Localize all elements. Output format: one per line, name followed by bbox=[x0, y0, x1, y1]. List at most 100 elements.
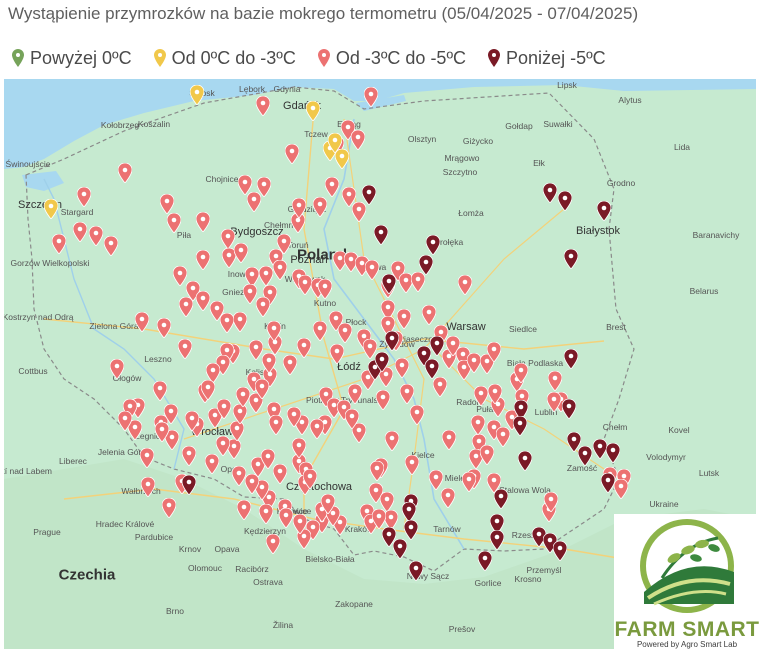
map-pin-icon[interactable] bbox=[216, 436, 230, 456]
map-pin-icon[interactable] bbox=[297, 338, 311, 358]
map-pin-icon[interactable] bbox=[273, 464, 287, 484]
map-pin-icon[interactable] bbox=[442, 430, 456, 450]
map-pin-icon[interactable] bbox=[279, 508, 293, 528]
map-pin-icon[interactable] bbox=[547, 392, 561, 412]
map-pin-icon[interactable] bbox=[173, 266, 187, 286]
map-pin-icon[interactable] bbox=[140, 448, 154, 468]
map-pin-icon[interactable] bbox=[287, 407, 301, 427]
map-pin-icon[interactable] bbox=[221, 229, 235, 249]
map-pin-icon[interactable] bbox=[190, 85, 204, 105]
map-pin-icon[interactable] bbox=[220, 313, 234, 333]
map-pin-icon[interactable] bbox=[141, 477, 155, 497]
map-pin-icon[interactable] bbox=[458, 275, 472, 295]
map-pin-icon[interactable] bbox=[597, 201, 611, 221]
legend-item-minus3-to-minus5[interactable]: Od -3ºC do -5ºC bbox=[317, 48, 466, 69]
map-pin-icon[interactable] bbox=[261, 449, 275, 469]
map-pin-icon[interactable] bbox=[365, 260, 379, 280]
map-pin-icon[interactable] bbox=[160, 194, 174, 214]
map-pin-icon[interactable] bbox=[422, 305, 436, 325]
map-pin-icon[interactable] bbox=[292, 198, 306, 218]
map-pin-icon[interactable] bbox=[385, 331, 399, 351]
map-pin-icon[interactable] bbox=[182, 475, 196, 495]
map-pin-icon[interactable] bbox=[153, 381, 167, 401]
map-pin-icon[interactable] bbox=[155, 422, 169, 442]
map-pin-icon[interactable] bbox=[338, 323, 352, 343]
map-pin-icon[interactable] bbox=[393, 539, 407, 559]
map-pin-icon[interactable] bbox=[614, 479, 628, 499]
map-pin-icon[interactable] bbox=[217, 399, 231, 419]
legend-item-below-minus5[interactable]: Poniżej -5ºC bbox=[488, 48, 606, 69]
map-pin-icon[interactable] bbox=[487, 342, 501, 362]
map-pin-icon[interactable] bbox=[233, 312, 247, 332]
map-pin-icon[interactable] bbox=[230, 421, 244, 441]
map-pin-icon[interactable] bbox=[558, 191, 572, 211]
map-pin-icon[interactable] bbox=[395, 358, 409, 378]
map-pin-icon[interactable] bbox=[118, 411, 132, 431]
map-pin-icon[interactable] bbox=[104, 236, 118, 256]
map-pin-icon[interactable] bbox=[478, 551, 492, 571]
map-pin-icon[interactable] bbox=[348, 384, 362, 404]
map-pin-icon[interactable] bbox=[262, 353, 276, 373]
map-pin-icon[interactable] bbox=[462, 472, 476, 492]
map-pin-icon[interactable] bbox=[372, 509, 386, 529]
map-pin-icon[interactable] bbox=[243, 284, 257, 304]
map-pin-icon[interactable] bbox=[110, 359, 124, 379]
map-pin-icon[interactable] bbox=[543, 183, 557, 203]
map-pin-icon[interactable] bbox=[313, 197, 327, 217]
map-pin-icon[interactable] bbox=[325, 177, 339, 197]
map-pin-icon[interactable] bbox=[352, 202, 366, 222]
map-pin-icon[interactable] bbox=[267, 321, 281, 341]
map-pin-icon[interactable] bbox=[234, 243, 248, 263]
map-pin-icon[interactable] bbox=[601, 473, 615, 493]
map-pin-icon[interactable] bbox=[118, 163, 132, 183]
map-pin-icon[interactable] bbox=[548, 371, 562, 391]
map-pin-icon[interactable] bbox=[513, 416, 527, 436]
legend-item-zero-to-minus3[interactable]: Od 0ºC do -3ºC bbox=[153, 48, 296, 69]
map-pin-icon[interactable] bbox=[164, 404, 178, 424]
map-pin-icon[interactable] bbox=[293, 514, 307, 534]
map-pin-icon[interactable] bbox=[259, 266, 273, 286]
map-pin-icon[interactable] bbox=[269, 415, 283, 435]
map-pin-icon[interactable] bbox=[247, 192, 261, 212]
map-pin-icon[interactable] bbox=[303, 469, 317, 489]
map-pin-icon[interactable] bbox=[201, 380, 215, 400]
map-pin-icon[interactable] bbox=[419, 255, 433, 275]
map-pin-icon[interactable] bbox=[255, 379, 269, 399]
map-pin-icon[interactable] bbox=[328, 133, 342, 153]
map-pin-icon[interactable] bbox=[273, 260, 287, 280]
map-pin-icon[interactable] bbox=[400, 384, 414, 404]
map-pin-icon[interactable] bbox=[185, 411, 199, 431]
map-pin-icon[interactable] bbox=[375, 352, 389, 372]
map-pin-icon[interactable] bbox=[402, 502, 416, 522]
map-pin-icon[interactable] bbox=[471, 415, 485, 435]
map-pin-icon[interactable] bbox=[578, 446, 592, 466]
map-pin-icon[interactable] bbox=[73, 222, 87, 242]
map-pin-icon[interactable] bbox=[370, 461, 384, 481]
map-pin-icon[interactable] bbox=[196, 250, 210, 270]
map-pin-icon[interactable] bbox=[44, 199, 58, 219]
map-pin-icon[interactable] bbox=[474, 386, 488, 406]
map-pin-icon[interactable] bbox=[385, 431, 399, 451]
map-pin-icon[interactable] bbox=[441, 488, 455, 508]
map-pin-icon[interactable] bbox=[277, 234, 291, 254]
map-pin-icon[interactable] bbox=[196, 291, 210, 311]
map-pin-icon[interactable] bbox=[256, 297, 270, 317]
map-pin-icon[interactable] bbox=[306, 101, 320, 121]
map-pin-icon[interactable] bbox=[429, 470, 443, 490]
map-pin-icon[interactable] bbox=[376, 390, 390, 410]
map-pin-icon[interactable] bbox=[518, 451, 532, 471]
map-pin-icon[interactable] bbox=[77, 187, 91, 207]
map-pin-icon[interactable] bbox=[330, 344, 344, 364]
legend-item-above-zero[interactable]: Powyżej 0ºC bbox=[12, 48, 132, 69]
map-pin-icon[interactable] bbox=[233, 404, 247, 424]
map-pin-icon[interactable] bbox=[285, 144, 299, 164]
map-pin-icon[interactable] bbox=[256, 96, 270, 116]
map-pin-icon[interactable] bbox=[409, 561, 423, 581]
map-pin-icon[interactable] bbox=[411, 272, 425, 292]
map-pin-icon[interactable] bbox=[89, 226, 103, 246]
map-pin-icon[interactable] bbox=[351, 130, 365, 150]
map-pin-icon[interactable] bbox=[292, 438, 306, 458]
map-pin-icon[interactable] bbox=[405, 455, 419, 475]
map-pin-icon[interactable] bbox=[237, 500, 251, 520]
map-pin-icon[interactable] bbox=[426, 235, 440, 255]
